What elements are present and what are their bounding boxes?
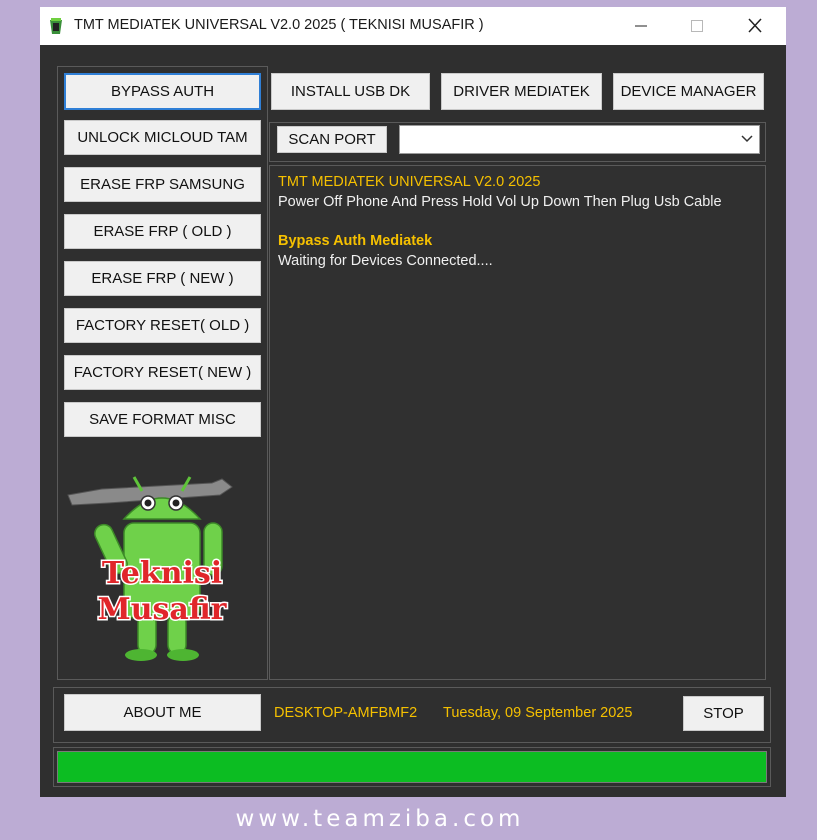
logo-text-teknisi: Teknisi [102,556,222,591]
progress-fill [58,752,766,782]
progress-bar [57,751,767,783]
app-window: TMT MEDIATEK UNIVERSAL V2.0 2025 ( TEKNI… [40,7,786,797]
logo-text-musafir: Musafir [98,592,228,627]
log-output[interactable]: TMT MEDIATEK UNIVERSAL V2.0 2025 Power O… [269,165,766,680]
factory-reset-new-button[interactable]: FACTORY RESET( NEW ) [64,355,261,390]
title-bar[interactable]: TMT MEDIATEK UNIVERSAL V2.0 2025 ( TEKNI… [40,7,786,45]
log-line: Waiting for Devices Connected.... [278,253,493,269]
teknisi-musafir-logo: Teknisi Musafir [67,476,233,661]
maximize-icon [691,20,703,32]
stop-button[interactable]: STOP [683,696,764,731]
bypass-auth-button[interactable]: BYPASS AUTH [64,73,261,110]
erase-frp-new-button[interactable]: ERASE FRP ( NEW ) [64,261,261,296]
about-me-button[interactable]: ABOUT ME [64,694,261,731]
computer-name: DESKTOP-AMFBMF2 [274,705,418,721]
chevron-down-icon [741,135,753,143]
log-line: Bypass Auth Mediatek [278,233,433,249]
window-title: TMT MEDIATEK UNIVERSAL V2.0 2025 ( TEKNI… [74,17,484,33]
save-format-misc-button[interactable]: SAVE FORMAT MISC [64,402,261,437]
factory-reset-old-button[interactable]: FACTORY RESET( OLD ) [64,308,261,343]
port-select[interactable] [399,125,760,154]
log-line: TMT MEDIATEK UNIVERSAL V2.0 2025 [278,174,541,190]
minimize-icon [635,25,647,27]
scan-port-button[interactable]: SCAN PORT [277,126,387,153]
log-line: Power Off Phone And Press Hold Vol Up Do… [278,194,722,210]
erase-frp-old-button[interactable]: ERASE FRP ( OLD ) [64,214,261,249]
install-usb-dk-button[interactable]: INSTALL USB DK [271,73,430,110]
erase-frp-samsung-button[interactable]: ERASE FRP SAMSUNG [64,167,261,202]
close-button[interactable] [732,7,778,45]
android-app-icon [50,18,62,34]
unlock-micloud-button[interactable]: UNLOCK MICLOUD TAM [64,120,261,155]
watermark-text: www.teamziba.com [235,806,525,832]
device-manager-button[interactable]: DEVICE MANAGER [613,73,764,110]
driver-mediatek-button[interactable]: DRIVER MEDIATEK [441,73,602,110]
maximize-button[interactable] [674,7,720,45]
minimize-button[interactable] [618,7,664,45]
close-icon [748,18,762,33]
current-date: Tuesday, 09 September 2025 [443,705,633,721]
